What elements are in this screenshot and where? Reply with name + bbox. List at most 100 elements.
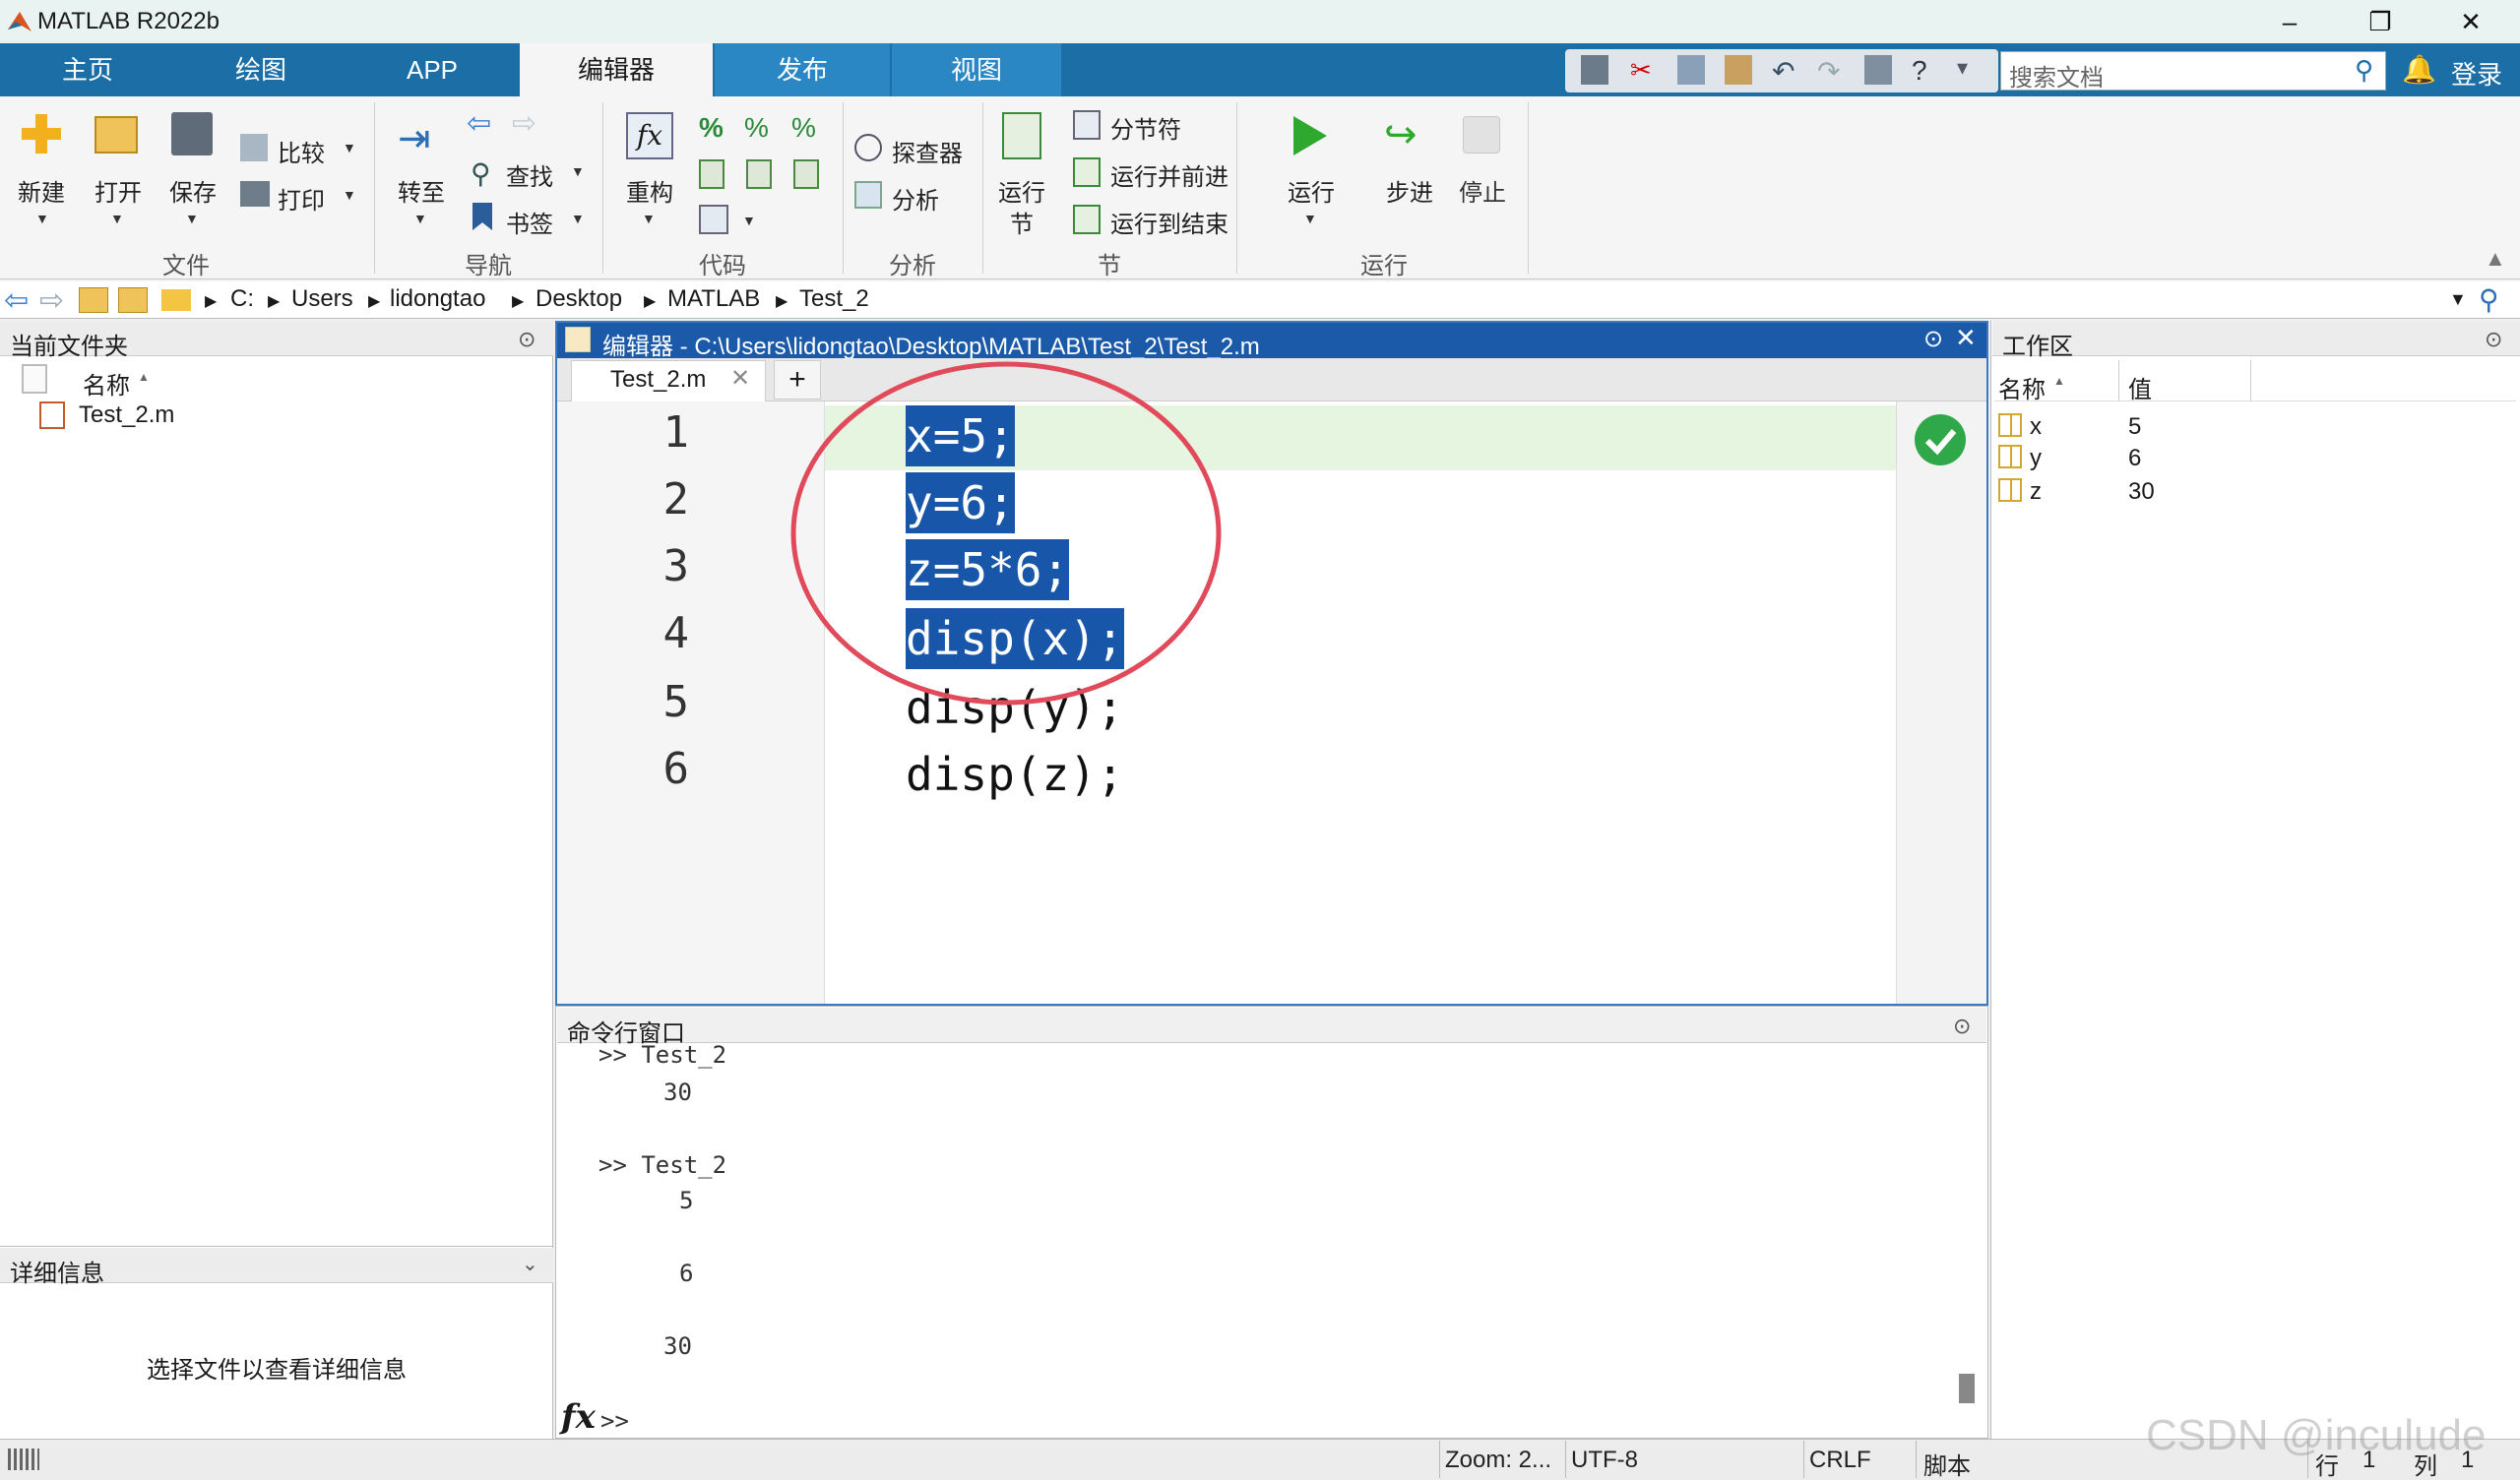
- workspace-col-value[interactable]: 值: [2128, 370, 2152, 404]
- breadcrumb-drive[interactable]: C:: [230, 285, 254, 313]
- run-to-end-button[interactable]: 运行到结束: [1110, 205, 1228, 239]
- undo-icon[interactable]: ↶: [1772, 55, 1799, 87]
- run-button[interactable]: 运行: [1280, 173, 1343, 208]
- comment-icon[interactable]: %: [699, 112, 724, 144]
- increase-indent-icon[interactable]: [793, 159, 819, 189]
- help-icon[interactable]: ?: [1912, 55, 1939, 86]
- no-issues-check-icon[interactable]: [1914, 413, 1967, 466]
- collapse-ribbon-icon[interactable]: ▲: [2485, 246, 2506, 272]
- find-dropdown-icon[interactable]: ▼: [571, 163, 585, 179]
- bookmark-button[interactable]: 书签: [506, 205, 553, 239]
- login-link[interactable]: 登录: [2451, 55, 2502, 92]
- run-section-button-line2[interactable]: 节: [990, 205, 1053, 239]
- smart-indent-icon[interactable]: [699, 159, 724, 189]
- code-line[interactable]: disp(x);: [906, 608, 1124, 669]
- tab-close-icon[interactable]: ✕: [730, 364, 750, 393]
- code-line[interactable]: x=5;: [906, 405, 1015, 466]
- analyze-button[interactable]: 分析: [892, 181, 939, 216]
- code-line[interactable]: z=5*6;: [906, 539, 1070, 600]
- step-button[interactable]: 步进: [1378, 173, 1441, 208]
- function-browser-fx-icon[interactable]: fx: [561, 1397, 596, 1437]
- insert-function-icon[interactable]: [699, 205, 728, 234]
- command-scrollbar-thumb[interactable]: [1959, 1374, 1975, 1403]
- find-button[interactable]: 查找: [506, 157, 553, 192]
- forward-icon[interactable]: ⇨: [39, 283, 64, 318]
- paste-icon[interactable]: [1725, 55, 1752, 85]
- back-arrow-icon[interactable]: ⇦: [467, 106, 491, 141]
- workspace-var-name[interactable]: x: [2030, 413, 2042, 441]
- tab-home[interactable]: 主页: [14, 43, 161, 96]
- tab-plots[interactable]: 绘图: [187, 43, 335, 96]
- switch-windows-icon[interactable]: [1864, 55, 1892, 85]
- up-folder-icon[interactable]: [79, 287, 108, 313]
- stop-button[interactable]: 停止: [1451, 173, 1514, 208]
- goto-dropdown-icon[interactable]: ▼: [413, 211, 427, 226]
- column-header-name[interactable]: 名称: [83, 366, 130, 401]
- breadcrumb-desktop[interactable]: Desktop: [536, 285, 622, 313]
- uncomment-icon[interactable]: %: [744, 112, 769, 144]
- search-folder-icon[interactable]: ⚲: [2479, 283, 2499, 316]
- search-docs-input[interactable]: 搜索文档: [2000, 51, 2386, 92]
- redo-icon[interactable]: ↷: [1817, 55, 1845, 87]
- workspace-col-name[interactable]: 名称: [1998, 370, 2046, 404]
- section-break-button[interactable]: 分节符: [1110, 110, 1181, 145]
- code-line[interactable]: disp(y);: [906, 677, 1124, 738]
- tab-publish[interactable]: 发布: [715, 43, 890, 96]
- breadcrumb-lidongtao[interactable]: lidongtao: [390, 285, 485, 313]
- decrease-indent-icon[interactable]: [746, 159, 772, 189]
- tab-apps[interactable]: APP: [358, 43, 506, 96]
- breadcrumb-matlab[interactable]: MATLAB: [667, 285, 760, 313]
- tab-view[interactable]: 视图: [892, 43, 1061, 96]
- address-history-dropdown-icon[interactable]: ▼: [2449, 289, 2467, 310]
- pane-options-icon[interactable]: ⊙: [518, 327, 536, 352]
- profiler-button[interactable]: 探查器: [892, 134, 963, 168]
- command-window-options-icon[interactable]: ⊙: [1953, 1014, 1971, 1039]
- workspace-var-name[interactable]: z: [2030, 478, 2042, 506]
- refactor-dropdown-icon[interactable]: ▼: [642, 211, 656, 226]
- compare-dropdown-icon[interactable]: ▼: [343, 140, 356, 155]
- file-item-test2[interactable]: Test_2.m: [79, 401, 174, 429]
- customize-qat-icon[interactable]: ▾: [1957, 55, 1984, 85]
- copy-icon[interactable]: [1677, 55, 1705, 85]
- new-button[interactable]: 新建: [10, 173, 73, 208]
- print-button[interactable]: 打印: [278, 181, 325, 216]
- tab-editor[interactable]: 编辑器: [520, 43, 713, 96]
- details-collapse-icon[interactable]: ⌄: [522, 1252, 538, 1276]
- back-icon[interactable]: ⇦: [4, 283, 29, 318]
- new-tab-button[interactable]: +: [774, 360, 821, 400]
- forward-arrow-icon[interactable]: ⇨: [512, 106, 536, 141]
- restore-button[interactable]: ❐: [2351, 4, 2410, 39]
- save-dropdown-icon[interactable]: ▼: [185, 211, 199, 226]
- editor-close-icon[interactable]: ✕: [1955, 323, 1977, 353]
- breadcrumb-test2[interactable]: Test_2: [799, 285, 869, 313]
- search-icon[interactable]: ⚲: [2355, 55, 2373, 86]
- save-button[interactable]: 保存: [161, 173, 224, 208]
- browse-folder-icon[interactable]: [118, 287, 148, 313]
- run-section-button[interactable]: 运行: [990, 173, 1053, 208]
- insert-dropdown-icon[interactable]: ▼: [742, 213, 756, 228]
- wrap-comments-icon[interactable]: %: [791, 112, 816, 144]
- workspace-options-icon[interactable]: ⊙: [2485, 327, 2502, 352]
- code-line[interactable]: disp(z);: [906, 744, 1124, 805]
- run-dropdown-icon[interactable]: ▼: [1303, 211, 1317, 226]
- workspace-var-name[interactable]: y: [2030, 445, 2042, 472]
- code-line[interactable]: y=6;: [906, 472, 1015, 533]
- new-dropdown-icon[interactable]: ▼: [35, 211, 49, 226]
- bookmark-dropdown-icon[interactable]: ▼: [571, 211, 585, 226]
- command-prompt[interactable]: >>: [600, 1407, 629, 1435]
- notification-bell-icon[interactable]: 🔔: [2402, 53, 2436, 86]
- save-icon[interactable]: [1581, 55, 1608, 85]
- cut-icon[interactable]: ✂: [1630, 55, 1658, 85]
- goto-button[interactable]: 转至: [390, 173, 453, 208]
- open-dropdown-icon[interactable]: ▼: [110, 211, 124, 226]
- breadcrumb-users[interactable]: Users: [291, 285, 353, 313]
- open-button[interactable]: 打开: [87, 173, 150, 208]
- close-window-button[interactable]: ✕: [2441, 4, 2500, 39]
- status-zoom[interactable]: Zoom: 2...: [1445, 1447, 1551, 1474]
- refactor-button[interactable]: 重构: [618, 173, 681, 208]
- run-advance-button[interactable]: 运行并前进: [1110, 157, 1228, 192]
- editor-options-icon[interactable]: ⊙: [1923, 325, 1943, 353]
- compare-button[interactable]: 比较: [278, 134, 325, 168]
- minimize-button[interactable]: –: [2260, 4, 2319, 39]
- command-window[interactable]: [555, 1006, 1988, 1439]
